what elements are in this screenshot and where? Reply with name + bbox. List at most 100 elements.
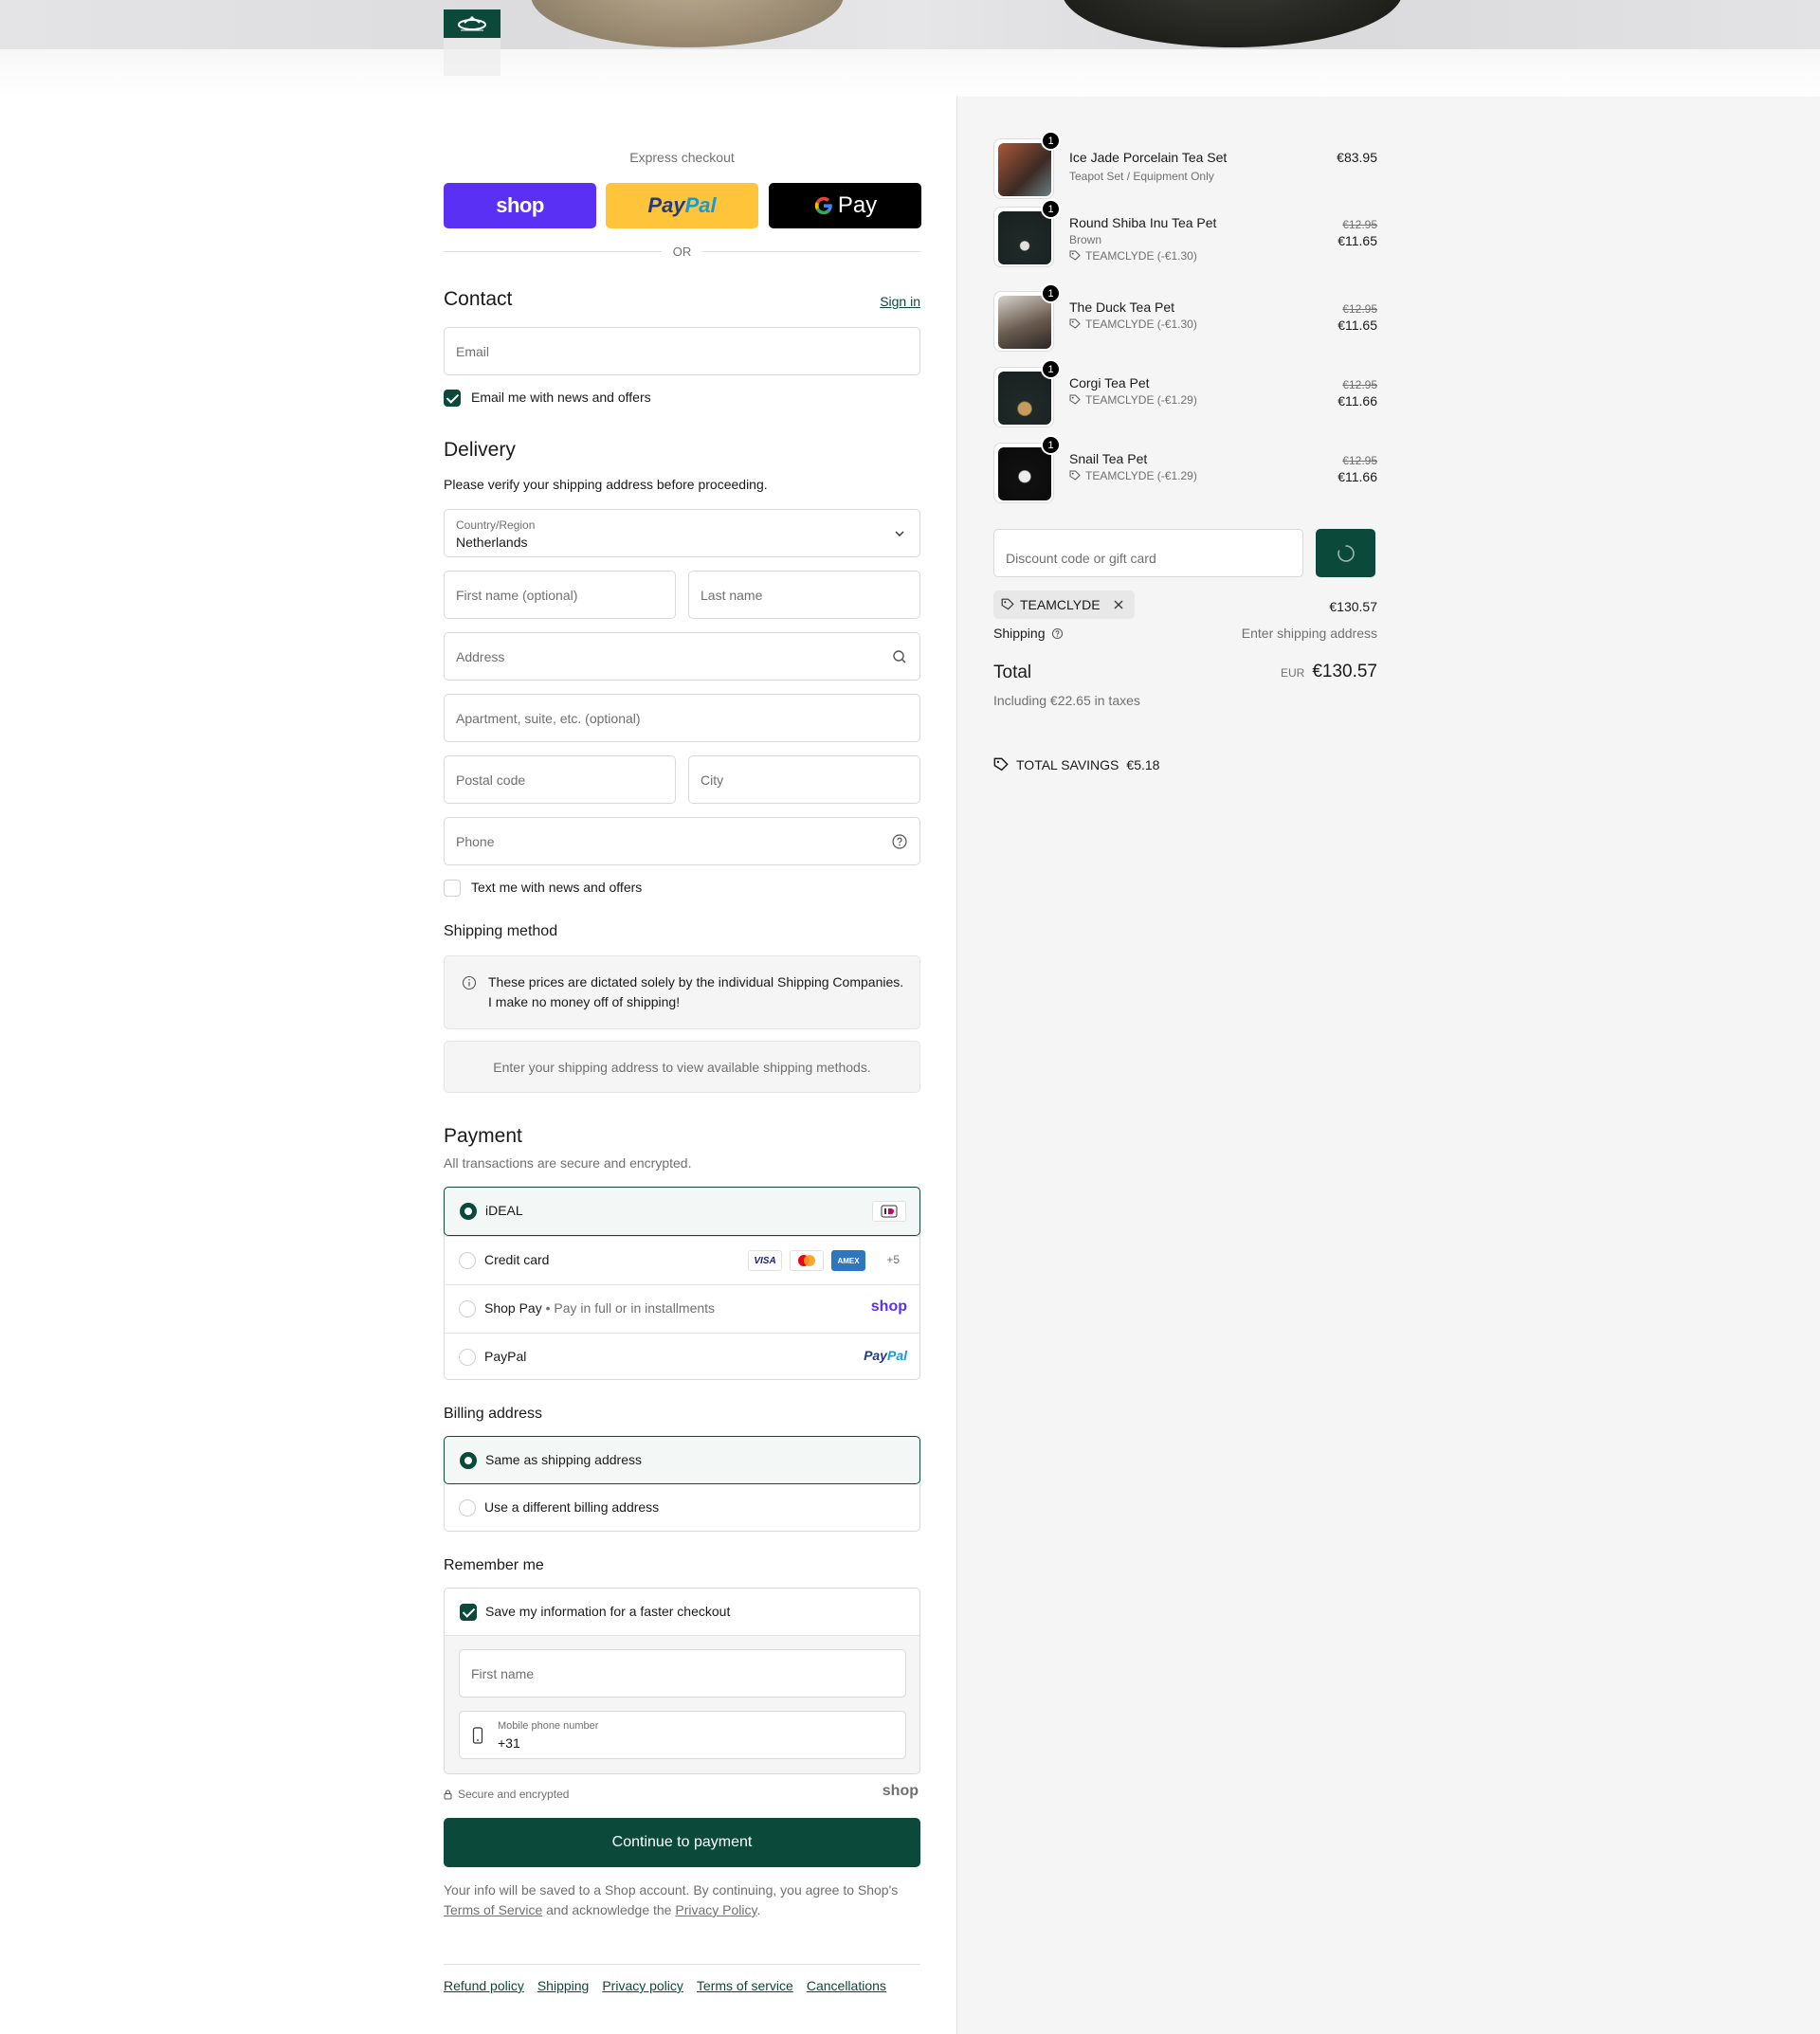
cart-item: 1 Snail Tea Pet TEAMCLYDE (-€1.29) €12.9…	[993, 435, 1377, 509]
email-field[interactable]: Email	[444, 327, 920, 375]
cart-item: 1 Corgi Tea Pet TEAMCLYDE (-€1.29) €12.9…	[993, 359, 1377, 433]
paypal-radio[interactable]	[459, 1349, 476, 1366]
terms-of-service-footer-link[interactable]: Terms of service	[697, 1978, 793, 1993]
logo-shadow	[444, 38, 500, 76]
secure-label: Secure and encrypted	[458, 1788, 570, 1801]
last-name-field[interactable]: Last name	[688, 571, 920, 619]
more-cards-count: +5	[886, 1253, 900, 1266]
payment-option-paypal[interactable]: PayPal PayPal	[444, 1333, 920, 1380]
delivery-notice: Please verify your shipping address befo…	[444, 477, 768, 492]
product-name: Corgi Tea Pet	[1069, 375, 1150, 390]
banner-teapot-image	[531, 0, 844, 47]
discount-code: TEAMCLYDE (-€1.29)	[1085, 393, 1197, 407]
address-field[interactable]: Address	[444, 632, 920, 681]
or-divider: OR	[444, 245, 920, 259]
legal-text-3: .	[756, 1902, 761, 1917]
amex-icon: AMEX	[831, 1250, 865, 1271]
payment-subheading: All transactions are secure and encrypte…	[444, 1155, 692, 1171]
credit-card-radio[interactable]	[459, 1252, 476, 1269]
billing-same-radio[interactable]	[460, 1452, 477, 1469]
ideal-radio[interactable]	[460, 1203, 477, 1220]
help-icon[interactable]	[891, 833, 908, 850]
sms-checkbox[interactable]	[444, 880, 461, 897]
apartment-field[interactable]: Apartment, suite, etc. (optional)	[444, 694, 920, 742]
shop-pay-button[interactable]: shop	[444, 183, 596, 228]
discount-code: TEAMCLYDE (-€1.30)	[1085, 318, 1197, 331]
google-pay-label: Pay	[837, 192, 878, 218]
banner-teapot-image	[1062, 0, 1403, 47]
save-info-checkbox[interactable]	[460, 1604, 477, 1621]
newsletter-checkbox[interactable]	[444, 390, 461, 407]
apply-discount-button[interactable]	[1316, 529, 1375, 577]
help-icon[interactable]	[1051, 627, 1064, 640]
remember-first-name-field[interactable]: First name	[459, 1649, 906, 1698]
product-variant: Brown	[1069, 233, 1102, 246]
discount-code-input[interactable]: Discount code or gift card	[993, 529, 1303, 577]
info-icon	[462, 975, 477, 990]
total-label: Total	[993, 663, 1032, 682]
paypal-logo-part-1: Pay	[864, 1348, 887, 1363]
phone-field[interactable]: Phone	[444, 817, 920, 865]
contact-heading: Contact	[444, 288, 513, 310]
tag-icon	[1069, 470, 1081, 481]
header-banner	[0, 0, 1820, 49]
total-amount: EUR €130.57	[1281, 662, 1377, 682]
original-price: €12.95	[1342, 454, 1377, 467]
google-g-icon	[814, 196, 832, 215]
product-name: Ice Jade Porcelain Tea Set	[1069, 150, 1228, 165]
shipping-method-heading: Shipping method	[444, 923, 558, 939]
mobile-phone-icon	[472, 1727, 483, 1744]
delivery-heading: Delivery	[444, 439, 516, 461]
shipping-label: Shipping	[993, 626, 1046, 641]
shop-pay-radio[interactable]	[459, 1300, 476, 1317]
quantity-badge: 1	[1041, 359, 1061, 379]
billing-different-option[interactable]: Use a different billing address	[444, 1484, 920, 1532]
shop-logo: shop	[882, 1783, 919, 1799]
sign-in-link[interactable]: Sign in	[880, 294, 920, 309]
privacy-policy-footer-link[interactable]: Privacy policy	[602, 1978, 683, 1993]
google-pay-button[interactable]: Pay	[769, 183, 921, 228]
remember-box: Save my information for a faster checkou…	[444, 1588, 920, 1774]
save-info-row[interactable]: Save my information for a faster checkou…	[445, 1589, 919, 1636]
payment-option-shop-pay[interactable]: Shop Pay • Pay in full or in installment…	[444, 1284, 920, 1333]
original-price: €12.95	[1342, 218, 1377, 231]
first-name-placeholder: First name (optional)	[456, 587, 578, 603]
or-label: OR	[672, 245, 692, 259]
teapot-logo-icon	[458, 16, 486, 31]
mobile-phone-field[interactable]: Mobile phone number +31	[459, 1711, 906, 1759]
privacy-policy-link[interactable]: Privacy Policy	[675, 1902, 756, 1917]
tag-icon	[1069, 250, 1081, 261]
billing-different-radio[interactable]	[459, 1499, 476, 1516]
remove-discount-icon[interactable]	[1112, 598, 1125, 611]
shipping-policy-link[interactable]: Shipping	[537, 1978, 590, 1993]
first-name-field[interactable]: First name (optional)	[444, 571, 676, 619]
terms-of-service-link[interactable]: Terms of Service	[444, 1902, 542, 1917]
city-field[interactable]: City	[688, 755, 920, 804]
refund-policy-link[interactable]: Refund policy	[444, 1978, 524, 1993]
billing-heading: Billing address	[444, 1406, 543, 1422]
paypal-option-label: PayPal	[484, 1349, 527, 1364]
country-select[interactable]: Country/Region Netherlands	[444, 509, 920, 557]
discount-code: TEAMCLYDE (-€1.30)	[1085, 249, 1197, 263]
payment-option-credit-card[interactable]: Credit card VISA AMEX +5	[444, 1236, 920, 1284]
cart-item: 1 Ice Jade Porcelain Tea Set Teapot Set …	[993, 131, 1377, 205]
discount-code: TEAMCLYDE (-€1.29)	[1085, 469, 1197, 482]
cancellations-link[interactable]: Cancellations	[807, 1978, 886, 1993]
paypal-button[interactable]: Pay Pal	[606, 183, 758, 228]
legal-text-2: and acknowledge the	[546, 1902, 672, 1917]
last-name-placeholder: Last name	[701, 587, 763, 603]
store-logo[interactable]	[444, 9, 500, 38]
shipping-empty-text: Enter your shipping address to view avai…	[493, 1059, 871, 1075]
tag-icon	[1069, 318, 1081, 329]
payment-option-ideal[interactable]: iDEAL	[444, 1187, 920, 1236]
postal-code-field[interactable]: Postal code	[444, 755, 676, 804]
shop-pay-logo: shop	[870, 1298, 907, 1315]
continue-to-payment-button[interactable]: Continue to payment	[444, 1818, 920, 1867]
phone-placeholder: Phone	[456, 833, 495, 849]
product-price: €11.65	[1338, 233, 1377, 248]
loading-spinner-icon	[1337, 544, 1355, 562]
billing-same-option[interactable]: Same as shipping address	[444, 1436, 920, 1484]
paypal-logo-part-2: Pal	[886, 1348, 907, 1363]
shipping-info-text: These prices are dictated solely by the …	[488, 974, 904, 1009]
express-checkout-title: Express checkout	[629, 150, 735, 165]
